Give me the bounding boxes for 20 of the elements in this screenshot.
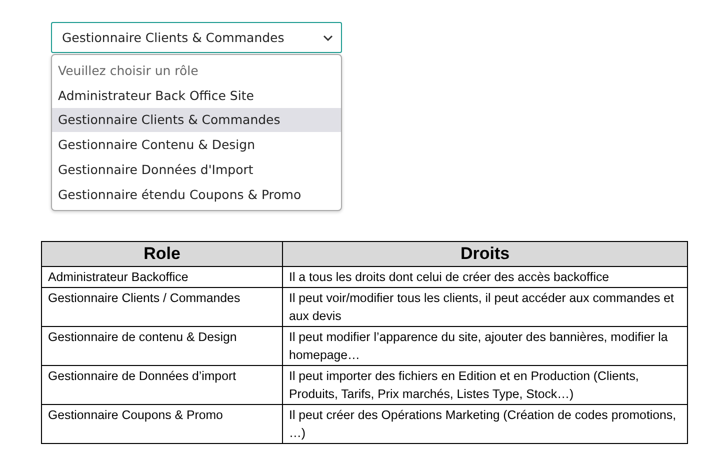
dropdown-option[interactable]: Gestionnaire Contenu & Design <box>52 132 341 158</box>
table-cell: Il peut créer des Opérations Marketing (Création de codes promotions, …) <box>282 404 688 444</box>
dropdown-option[interactable]: Gestionnaire étendu Coupons & Promo <box>52 182 341 207</box>
table-cell: Gestionnaire de Données d’import <box>42 366 282 404</box>
table-cell: Il peut voir/modifier tous les clients, il peut accéder aux commandes et aux devis <box>282 288 688 326</box>
table-cell: Il peut modifier l’apparence du site, ajouter des bannières, modifier la homepage… <box>282 326 688 366</box>
dropdown-option[interactable]: Gestionnaire Données d'Import <box>52 157 341 182</box>
table-cell: Gestionnaire Clients / Commandes <box>42 288 282 326</box>
select-value: Gestionnaire Clients & Commandes <box>62 30 284 45</box>
table-cell: Administrateur Backoffice <box>42 266 282 288</box>
dropdown-option[interactable]: Gestionnaire Clients & Commandes <box>52 108 341 132</box>
dropdown-option[interactable]: Administrateur Back Office Site <box>52 82 341 108</box>
table-cell: Gestionnaire Coupons & Promo <box>42 404 282 444</box>
dropdown-option[interactable]: Veuillez choisir un rôle <box>52 58 341 83</box>
table-cell: Il peut importer des fichiers en Edition et en Production (Clients, Produits, Tarifs, Prix marchés, Listes Type, Stock…) <box>282 366 688 404</box>
table-cell: Gestionnaire de contenu & Design <box>42 326 282 366</box>
column-header: Role <box>42 242 282 266</box>
role-select[interactable]: Gestionnaire Clients & Commandes <box>51 22 342 53</box>
table-cell: Il a tous les droits dont celui de créer des accès backoffice <box>282 266 688 288</box>
column-header: Droits <box>282 242 688 266</box>
